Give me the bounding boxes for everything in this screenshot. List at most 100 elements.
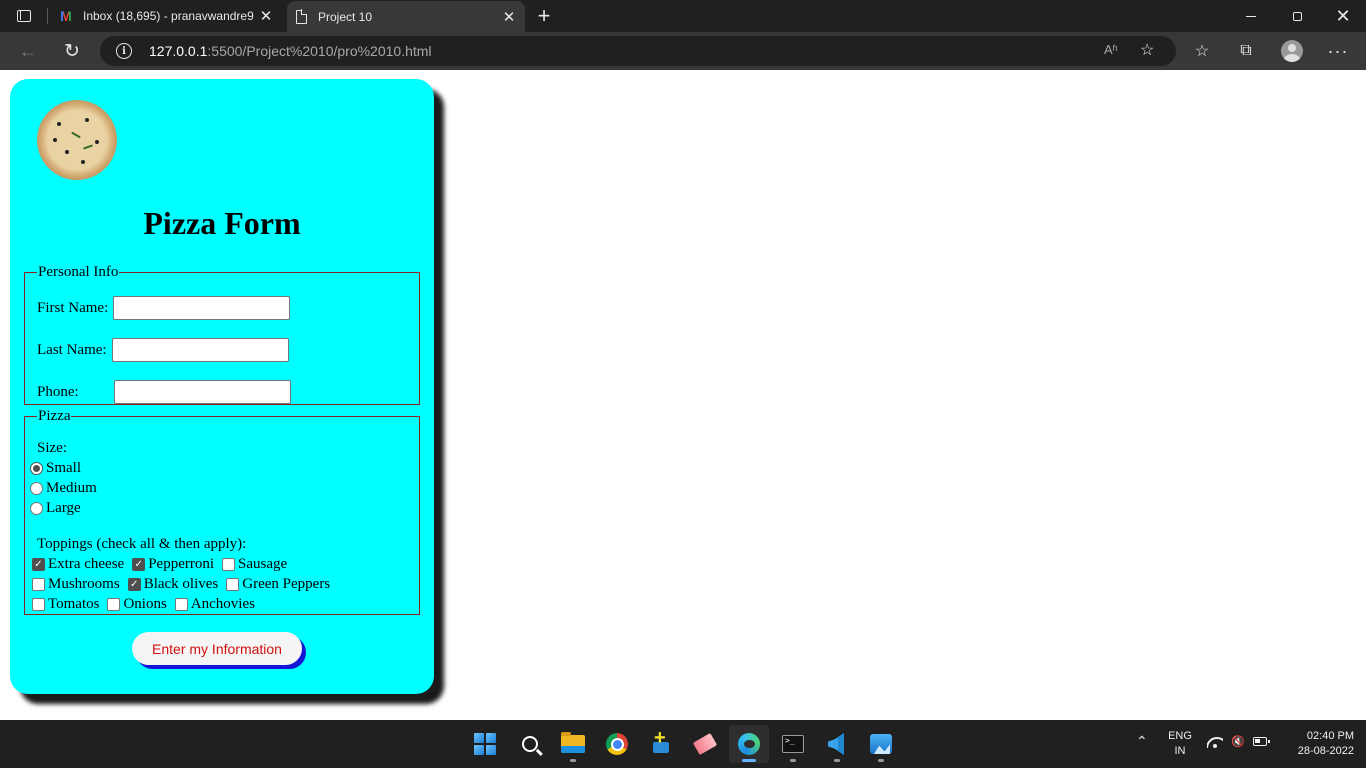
system-tray[interactable]: 🔇 [1207,735,1270,748]
topping-label: Mushrooms [48,576,120,592]
chrome-icon[interactable] [597,725,637,763]
taskbar: >_ ⌃ ENG IN 🔇 02:40 PM 28-08-2022 [0,720,1366,768]
reload-button[interactable]: ↻ [56,37,88,65]
topping-label: Onions [123,596,167,612]
checkbox-tomatos[interactable] [32,598,45,611]
tab-title: Project 10 [318,9,373,24]
window-close-button[interactable]: ✕ [1320,0,1366,32]
personal-info-fieldset: Personal Info First Name: Last Name: Pho… [24,264,420,405]
avatar [1281,40,1303,62]
tab-separator [47,8,48,24]
restore-button[interactable] [1274,0,1320,32]
document-icon [293,9,309,25]
last-name-label: Last Name: [37,341,107,358]
page-viewport: Pizza Form Personal Info First Name: Las… [0,70,1366,720]
toppings-row: Tomatos Onions Anchovies [29,596,260,613]
size-option-label: Small [46,460,82,476]
new-tab-button[interactable]: + [532,3,556,28]
topping-label: Sausage [238,556,288,572]
pizza-form-card: Pizza Form Personal Info First Name: Las… [10,79,434,694]
url-host: 127.0.0.1 [149,43,208,59]
minimize-button[interactable] [1228,0,1274,32]
tab-gmail[interactable]: M Inbox (18,695) - pranavwandre98 ✕ [52,0,282,32]
back-button[interactable]: ← [12,37,44,65]
toppings-label: Toppings (check all & then apply): [37,536,247,552]
topping-label: Extra cheese [48,556,125,572]
phone-row: Phone: [37,380,291,404]
language-code: ENG [1168,730,1192,742]
tab-project-10[interactable]: Project 10 ✕ [287,1,525,32]
photos-icon[interactable] [861,725,901,763]
clock-date: 28-08-2022 [1297,745,1354,757]
topping-label: Pepperroni [148,556,215,572]
checkbox-onions[interactable] [107,598,121,611]
tab-actions-icon[interactable] [10,6,38,26]
chevron-up-icon[interactable]: ⌃ [1136,733,1148,750]
size-option-large[interactable]: Large [29,500,81,517]
size-option-label: Large [46,500,81,516]
search-icon[interactable] [510,725,550,763]
submit-button[interactable]: Enter my Information [132,632,302,665]
language-indicator[interactable]: ENG IN [1163,729,1197,759]
topping-label: Anchovies [190,596,255,612]
favorites-icon[interactable]: ☆ [1186,37,1218,65]
checkbox-pepperroni[interactable]: ✓ [132,558,146,571]
file-explorer-icon[interactable] [553,725,593,763]
size-option-medium[interactable]: Medium [29,480,97,497]
language-region: IN [1174,745,1186,757]
radio-button[interactable] [30,502,43,515]
checkbox-extra-cheese[interactable]: ✓ [32,558,45,571]
personal-info-legend: Personal Info [38,264,119,280]
first-name-label: First Name: [37,299,109,316]
battery-icon [1252,737,1270,746]
start-icon[interactable] [465,725,505,763]
pizza-fieldset: Pizza Size: Small Medium Large Toppings … [24,408,420,615]
last-name-input[interactable] [111,338,289,362]
size-option-small[interactable]: Small [29,460,81,477]
checkbox-black-olives[interactable]: ✓ [127,578,141,591]
radio-button[interactable] [30,462,43,475]
address-bar[interactable]: i 127.0.0.1:5500/Project%2010/pro%2010.h… [100,36,1176,66]
browser-tab-bar: M Inbox (18,695) - pranavwandre98 ✕ Proj… [0,0,1366,32]
url-text[interactable]: 127.0.0.1:5500/Project%2010/pro%2010.htm… [149,43,432,59]
tab-title: Inbox (18,695) - pranavwandre98 [83,9,254,23]
checkbox-mushrooms[interactable] [32,578,45,591]
phone-input[interactable] [114,380,291,404]
info-icon[interactable]: i [116,43,132,59]
terminal-icon[interactable]: >_ [773,725,813,763]
add-favorite-icon[interactable]: ☆ [1140,40,1154,60]
size-label: Size: [37,440,67,456]
url-path: :5500/Project%2010/pro%2010.html [207,43,432,59]
close-icon[interactable]: ✕ [254,4,278,28]
topping-label: Black olives [143,576,219,592]
page-title: Pizza Form [143,205,301,241]
wifi-icon [1207,736,1223,748]
read-aloud-icon[interactable]: Aʱ [1104,42,1118,57]
toppings-row: Mushrooms ✓ Black olives Green Peppers [29,576,335,593]
vscode-icon[interactable] [817,725,857,763]
phone-label: Phone: [37,383,79,400]
pizza-image [37,100,117,180]
checkbox-sausage[interactable] [222,558,236,571]
topping-label: Green Peppers [242,576,331,592]
topping-label: Tomatos [48,596,100,612]
checkbox-anchovies[interactable] [174,598,188,611]
size-option-label: Medium [46,480,97,496]
pizza-legend: Pizza [38,408,71,424]
browser-toolbar: ← ↻ i 127.0.0.1:5500/Project%2010/pro%20… [0,32,1366,70]
eraser-app-icon[interactable] [685,725,725,763]
checkbox-green-peppers[interactable] [226,578,240,591]
more-menu-icon[interactable]: ··· [1322,37,1354,65]
app-installer-icon[interactable] [641,725,681,763]
volume-muted-icon: 🔇 [1231,736,1245,748]
first-name-input[interactable] [113,296,291,320]
first-name-row: First Name: [37,296,291,320]
edge-icon[interactable] [729,725,769,763]
close-icon[interactable]: ✕ [497,5,521,29]
collections-icon[interactable]: ⧉ [1230,37,1262,65]
clock-time: 02:40 PM [1306,730,1354,742]
profile-button[interactable] [1276,37,1308,65]
radio-button[interactable] [30,482,43,495]
clock[interactable]: 02:40 PM 28-08-2022 [1284,729,1354,759]
gmail-icon: M [60,8,72,24]
